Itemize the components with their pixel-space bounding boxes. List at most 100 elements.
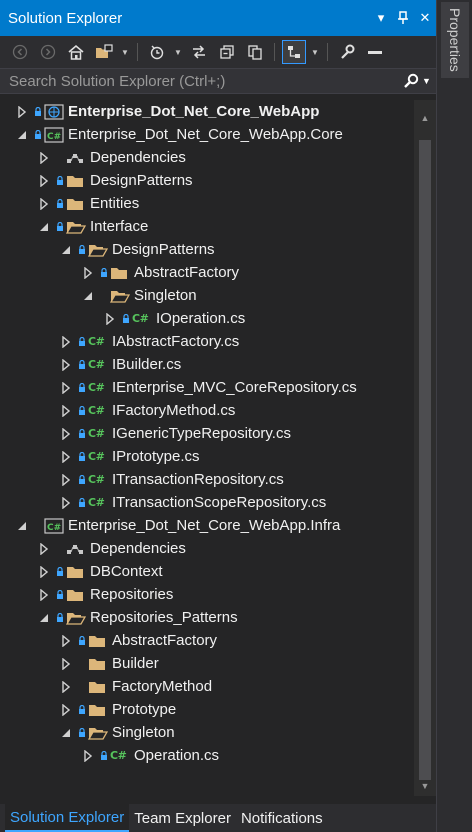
switch-views-icon[interactable] — [92, 40, 116, 64]
tab-notifications[interactable]: Notifications — [236, 804, 328, 832]
window-position-dropdown-icon[interactable]: ▾ — [370, 7, 392, 29]
show-all-files-icon[interactable] — [243, 40, 267, 64]
folder-icon — [66, 587, 86, 603]
tree-item[interactable]: Interface — [0, 215, 414, 238]
tree-item[interactable]: Builder — [0, 652, 414, 675]
collapsed-arrow-icon[interactable] — [60, 703, 72, 716]
lock-icon — [100, 267, 108, 278]
tree-item[interactable]: AbstractFactory — [0, 629, 414, 652]
panel-title: Solution Explorer — [8, 9, 123, 27]
collapsed-arrow-icon[interactable] — [60, 634, 72, 647]
tree-item-label: ITransactionRepository.cs — [112, 471, 284, 488]
search-icon[interactable] — [400, 73, 422, 89]
tree-item[interactable]: DesignPatterns — [0, 169, 414, 192]
minus-icon[interactable] — [363, 40, 387, 64]
collapsed-arrow-icon[interactable] — [82, 749, 94, 762]
tree-item[interactable]: DBContext — [0, 560, 414, 583]
lock-icon — [56, 198, 64, 209]
search-options-dropdown-icon[interactable]: ▼ — [422, 76, 436, 86]
expanded-arrow-icon[interactable] — [16, 520, 28, 532]
expanded-arrow-icon[interactable] — [60, 727, 72, 739]
tree-item[interactable]: C# IGenericTypeRepository.cs — [0, 422, 414, 445]
expanded-arrow-icon[interactable] — [38, 221, 50, 233]
tab-properties[interactable]: Properties — [441, 2, 469, 78]
collapsed-arrow-icon[interactable] — [60, 450, 72, 463]
tree-item[interactable]: Singleton — [0, 284, 414, 307]
tree-item[interactable]: C# IBuilder.cs — [0, 353, 414, 376]
tree-item[interactable]: C# IFactoryMethod.cs — [0, 399, 414, 422]
tree-item[interactable]: C# IOperation.cs — [0, 307, 414, 330]
expanded-arrow-icon[interactable] — [16, 129, 28, 141]
search-input[interactable] — [0, 72, 400, 90]
tree-item[interactable]: C# Enterprise_Dot_Net_Core_WebApp.Core — [0, 123, 414, 146]
collapsed-arrow-icon[interactable] — [16, 105, 28, 118]
pending-changes-dropdown-icon[interactable]: ▼ — [173, 40, 183, 64]
tree-item[interactable]: Enterprise_Dot_Net_Core_WebApp — [0, 100, 414, 123]
forward-icon[interactable] — [36, 40, 60, 64]
tree-item[interactable]: C# IPrototype.cs — [0, 445, 414, 468]
search-bar: ▼ — [0, 68, 436, 94]
collapsed-arrow-icon[interactable] — [60, 473, 72, 486]
tree-item[interactable]: AbstractFactory — [0, 261, 414, 284]
switch-views-dropdown-icon[interactable]: ▼ — [120, 40, 130, 64]
pin-icon[interactable] — [392, 7, 414, 29]
tree-item[interactable]: Entities — [0, 192, 414, 215]
collapsed-arrow-icon[interactable] — [38, 542, 50, 555]
tree-item[interactable]: Dependencies — [0, 537, 414, 560]
collapse-all-icon[interactable] — [215, 40, 239, 64]
preview-dropdown-icon[interactable]: ▼ — [310, 40, 320, 64]
dependencies-icon — [66, 541, 86, 557]
collapsed-arrow-icon[interactable] — [38, 197, 50, 210]
sync-with-active-document-icon[interactable] — [187, 40, 211, 64]
tree-item-label: Builder — [112, 655, 159, 672]
tree-item[interactable]: C# ITransactionScopeRepository.cs — [0, 491, 414, 514]
tree-item-label: Repositories_Patterns — [90, 609, 238, 626]
collapsed-arrow-icon[interactable] — [60, 427, 72, 440]
collapsed-arrow-icon[interactable] — [38, 565, 50, 578]
tree-item[interactable]: C# Operation.cs — [0, 744, 414, 767]
scroll-down-icon[interactable]: ▼ — [414, 776, 436, 796]
collapsed-arrow-icon[interactable] — [38, 151, 50, 164]
vertical-scrollbar[interactable]: ▲ ▼ — [414, 100, 436, 796]
close-icon[interactable]: ✕ — [414, 7, 436, 29]
scroll-up-icon[interactable]: ▲ — [414, 108, 436, 128]
folder-icon — [110, 265, 130, 281]
tree-item[interactable]: C# IEnterprise_MVC_CoreRepository.cs — [0, 376, 414, 399]
expanded-arrow-icon[interactable] — [60, 244, 72, 256]
collapsed-arrow-icon[interactable] — [60, 358, 72, 371]
back-icon[interactable] — [8, 40, 32, 64]
tree-item[interactable]: Dependencies — [0, 146, 414, 169]
collapsed-arrow-icon[interactable] — [60, 496, 72, 509]
tab-solution-explorer[interactable]: Solution Explorer — [5, 804, 130, 832]
properties-wrench-icon[interactable] — [335, 40, 359, 64]
tree-item[interactable]: Singleton — [0, 721, 414, 744]
tree-item[interactable]: Repositories — [0, 583, 414, 606]
home-icon[interactable] — [64, 40, 88, 64]
solution-tree[interactable]: Enterprise_Dot_Net_Core_WebApp C# Enterpri… — [0, 100, 414, 796]
collapsed-arrow-icon[interactable] — [60, 381, 72, 394]
tab-team-explorer[interactable]: Team Explorer — [129, 804, 236, 832]
collapsed-arrow-icon[interactable] — [38, 588, 50, 601]
collapsed-arrow-icon[interactable] — [60, 657, 72, 670]
collapsed-arrow-icon[interactable] — [60, 335, 72, 348]
tree-item-label: FactoryMethod — [112, 678, 213, 695]
tree-item[interactable]: DesignPatterns — [0, 238, 414, 261]
collapsed-arrow-icon[interactable] — [38, 174, 50, 187]
pending-changes-filter-icon[interactable] — [145, 40, 169, 64]
scrollbar-thumb[interactable] — [419, 140, 431, 780]
tree-item[interactable]: C# ITransactionRepository.cs — [0, 468, 414, 491]
tree-item[interactable]: Repositories_Patterns — [0, 606, 414, 629]
collapsed-arrow-icon[interactable] — [104, 312, 116, 325]
expanded-arrow-icon[interactable] — [82, 290, 94, 302]
collapsed-arrow-icon[interactable] — [60, 404, 72, 417]
tree-item[interactable]: Prototype — [0, 698, 414, 721]
tree-item[interactable]: C# IAbstractFactory.cs — [0, 330, 414, 353]
tree-item[interactable]: C# Enterprise_Dot_Net_Core_WebApp.Infra — [0, 514, 414, 537]
tree-item-label: IPrototype.cs — [112, 448, 200, 465]
expanded-arrow-icon[interactable] — [38, 612, 50, 624]
collapsed-arrow-icon[interactable] — [82, 266, 94, 279]
preview-selected-items-icon[interactable] — [282, 40, 306, 64]
collapsed-arrow-icon[interactable] — [60, 680, 72, 693]
web-project-icon — [44, 103, 64, 120]
tree-item[interactable]: FactoryMethod — [0, 675, 414, 698]
